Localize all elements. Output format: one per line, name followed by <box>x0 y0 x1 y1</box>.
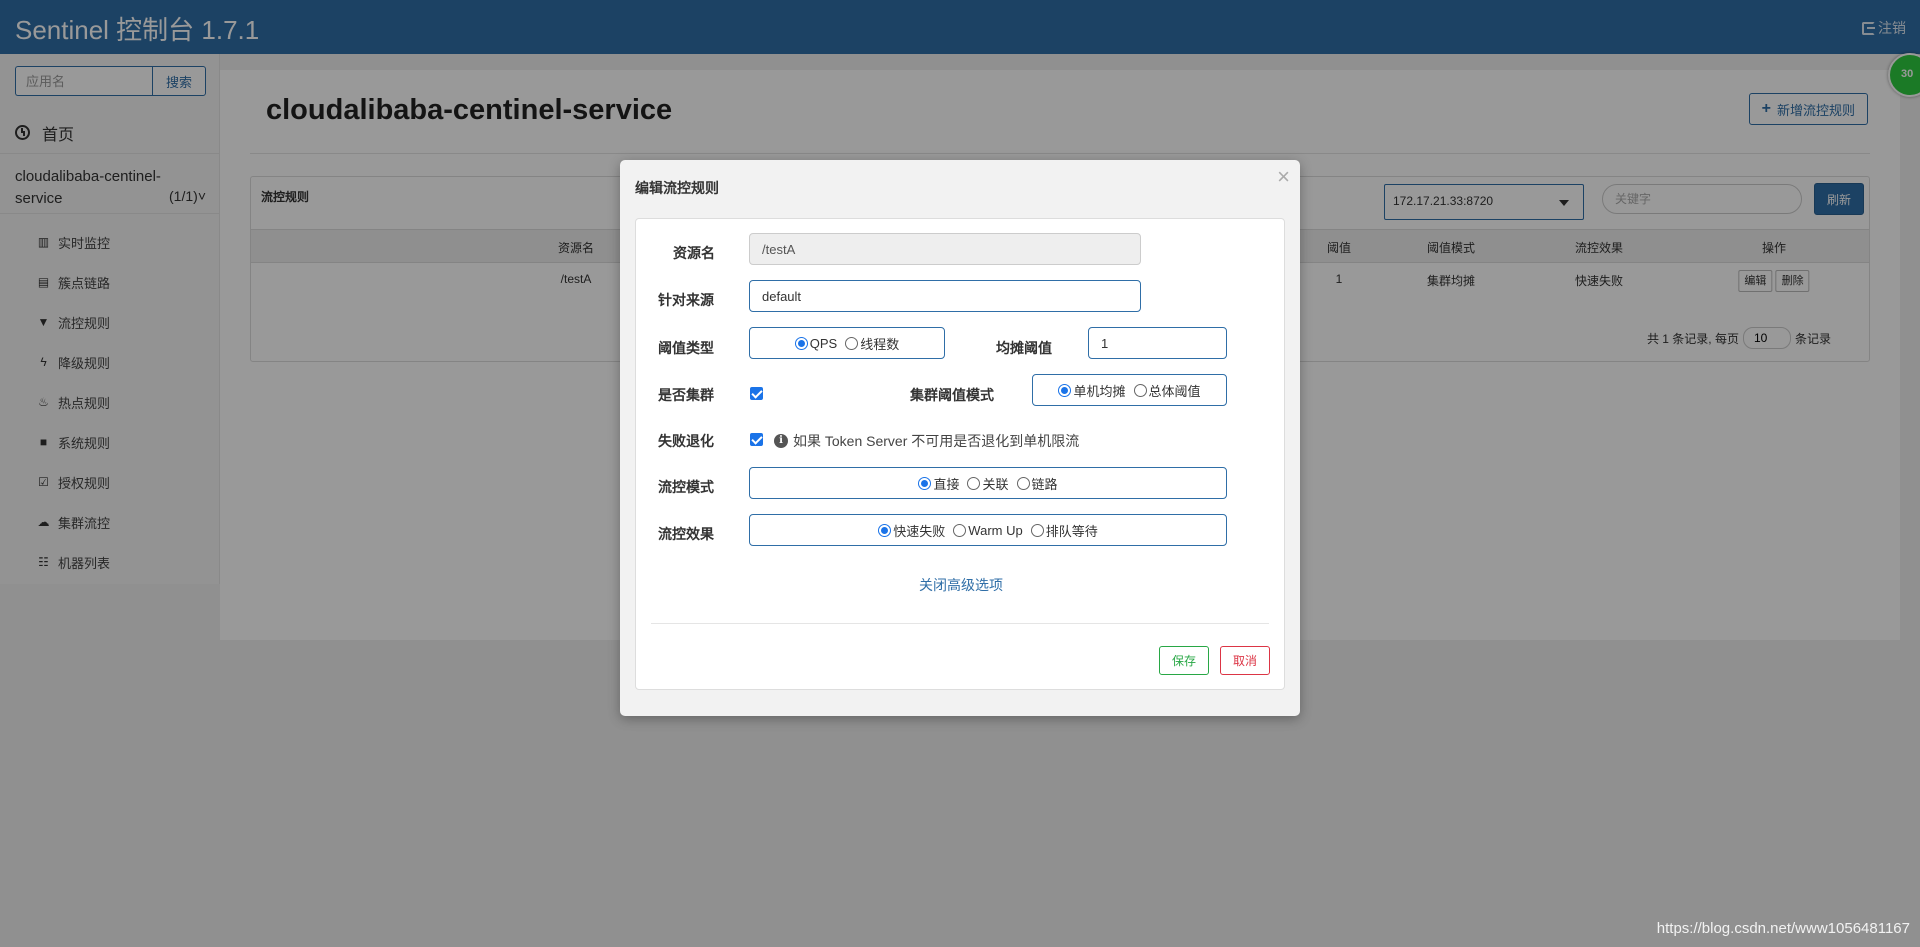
limit-app-field[interactable] <box>749 280 1141 312</box>
edit-flow-rule-dialog: 编辑流控规则 × 资源名 针对来源 阈值类型 QPS 线程数 均摊阈值 是否集群… <box>620 160 1300 716</box>
radio-indicator <box>845 336 859 350</box>
radio-indicator <box>967 476 981 490</box>
effect-group: 快速失败 Warm Up 排队等待 <box>749 514 1227 546</box>
save-button[interactable]: 保存 <box>1159 646 1209 675</box>
radio-indicator <box>1016 476 1030 490</box>
divider <box>651 623 1269 624</box>
dialog-title: 编辑流控规则 <box>635 180 719 196</box>
radio-indicator <box>918 476 932 490</box>
threshold-type-label: 阈值类型 <box>658 340 714 356</box>
close-icon[interactable]: × <box>1277 164 1290 190</box>
radio-indicator <box>1030 523 1044 537</box>
fallback-checkbox[interactable] <box>750 433 763 446</box>
toggle-advanced-link[interactable]: 关闭高级选项 <box>636 575 1286 595</box>
info-icon: i <box>774 434 788 448</box>
resource-field[interactable] <box>749 233 1141 265</box>
cluster-mode-label: 集群阈值模式 <box>910 387 994 403</box>
avg-threshold-label: 均摊阈值 <box>996 340 1052 356</box>
radio-direct[interactable]: 直接 <box>918 474 959 493</box>
threshold-type-group: QPS 线程数 <box>749 327 945 359</box>
radio-global[interactable]: 总体阈值 <box>1133 381 1201 400</box>
radio-avg-local[interactable]: 单机均摊 <box>1058 381 1126 400</box>
radio-thread-count[interactable]: 线程数 <box>845 334 899 353</box>
fallback-label: 失败退化 <box>658 433 714 449</box>
radio-relate[interactable]: 关联 <box>967 474 1009 493</box>
radio-indicator <box>1058 383 1072 397</box>
radio-indicator <box>1133 383 1147 397</box>
strategy-label: 流控模式 <box>658 479 714 495</box>
strategy-group: 直接 关联 链路 <box>749 467 1227 499</box>
radio-chain[interactable]: 链路 <box>1016 474 1058 493</box>
resource-label: 资源名 <box>673 245 715 261</box>
radio-indicator <box>794 336 808 350</box>
rule-form: 资源名 针对来源 阈值类型 QPS 线程数 均摊阈值 是否集群 集群阈值模式 单… <box>635 218 1285 690</box>
radio-queue[interactable]: 排队等待 <box>1030 521 1098 540</box>
avg-threshold-field[interactable] <box>1088 327 1227 359</box>
cluster-mode-group: 单机均摊 总体阈值 <box>1032 374 1227 406</box>
watermark: https://blog.csdn.net/www1056481167 <box>1656 920 1910 937</box>
radio-warm-up[interactable]: Warm Up <box>953 523 1023 538</box>
cluster-checkbox[interactable] <box>750 387 763 400</box>
cluster-label: 是否集群 <box>658 387 714 403</box>
radio-indicator <box>953 523 967 537</box>
effect-label: 流控效果 <box>658 526 714 542</box>
limit-app-label: 针对来源 <box>658 292 714 308</box>
radio-fast-fail[interactable]: 快速失败 <box>878 521 945 540</box>
fallback-hint: i 如果 Token Server 不可用是否退化到单机限流 <box>774 431 1079 451</box>
radio-qps[interactable]: QPS <box>794 336 837 351</box>
radio-indicator <box>878 523 892 537</box>
cancel-button[interactable]: 取消 <box>1220 646 1270 675</box>
